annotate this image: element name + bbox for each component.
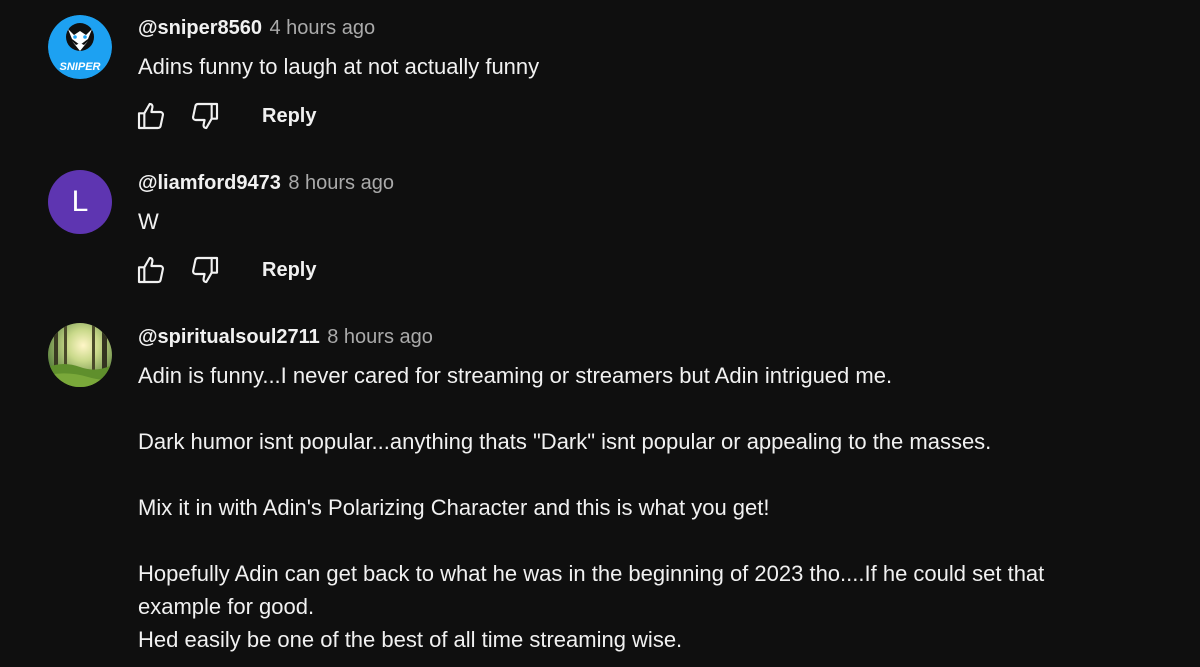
comment-paragraph: W <box>138 209 159 234</box>
comment-timestamp[interactable]: 8 hours ago <box>288 172 394 194</box>
comment-body: @liamford9473 8 hours ago W <box>138 170 1178 238</box>
comment-paragraph: Hopefully Adin can get back to what he w… <box>138 561 1045 619</box>
comment-timestamp[interactable]: 8 hours ago <box>327 326 433 348</box>
reply-button[interactable]: Reply <box>262 105 316 128</box>
comment-paragraph: Hed easily be one of the best of all tim… <box>138 627 683 652</box>
author-name[interactable]: @liamford9473 <box>138 172 281 194</box>
like-button[interactable] <box>134 253 168 287</box>
comment-actions: Reply <box>134 252 316 288</box>
comment-paragraph: Dark humor isnt popular...anything thats… <box>138 429 992 454</box>
like-button[interactable] <box>134 99 168 133</box>
reply-button[interactable]: Reply <box>262 259 316 282</box>
avatar[interactable]: L <box>48 170 112 234</box>
dislike-button[interactable] <box>188 253 222 287</box>
comment-paragraph: Adins funny to laugh at not actually fun… <box>138 54 540 79</box>
comment-header: @liamford9473 8 hours ago <box>138 170 1178 196</box>
thumbs-up-icon <box>137 102 165 130</box>
thumbs-down-icon <box>191 256 219 284</box>
author-name[interactable]: @sniper8560 <box>138 17 262 39</box>
comment-body: @spiritualsoul2711 8 hours ago Adin is f… <box>138 324 1178 656</box>
comment-paragraph: Adin is funny...I never cared for stream… <box>138 363 893 388</box>
comment-actions: Reply <box>134 98 316 134</box>
avatar[interactable]: SNIPER <box>48 15 112 79</box>
avatar-logo-text: SNIPER <box>60 61 101 73</box>
comment-body: @sniper8560 4 hours ago Adins funny to l… <box>138 15 1178 83</box>
comment-text: Adins funny to laugh at not actually fun… <box>138 50 1178 83</box>
avatar[interactable] <box>48 323 112 387</box>
comment-text: Adin is funny...I never cared for stream… <box>138 359 1178 656</box>
author-name[interactable]: @spiritualsoul2711 <box>138 326 320 348</box>
comment-header: @spiritualsoul2711 8 hours ago <box>138 324 1178 350</box>
thumbs-down-icon <box>191 102 219 130</box>
comment-header: @sniper8560 4 hours ago <box>138 15 1178 41</box>
dislike-button[interactable] <box>188 99 222 133</box>
avatar-letter: L <box>71 185 89 218</box>
comment-paragraph: Mix it in with Adin's Polarizing Charact… <box>138 495 770 520</box>
thumbs-up-icon <box>137 256 165 284</box>
comment-timestamp[interactable]: 4 hours ago <box>269 17 375 39</box>
comment-text: W <box>138 205 1178 238</box>
